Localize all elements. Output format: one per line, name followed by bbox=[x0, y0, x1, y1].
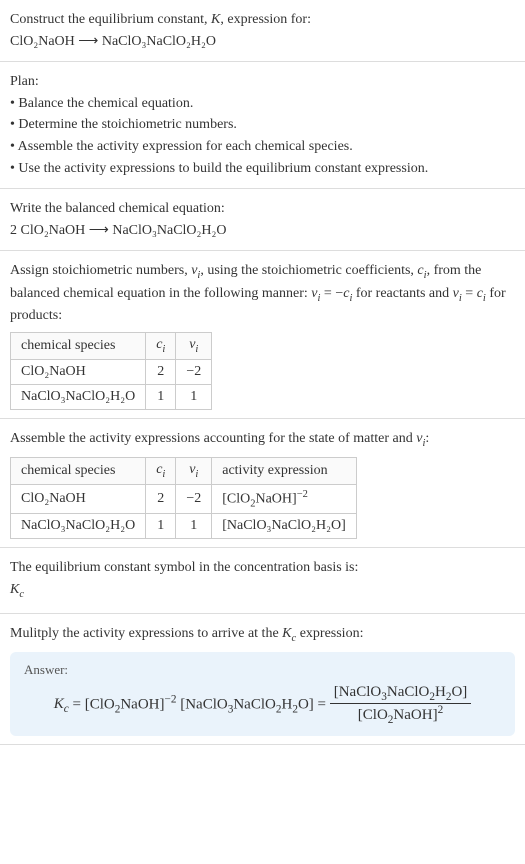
cell-activity: [ClO2NaOH]−2 bbox=[212, 484, 357, 513]
cell-species: NaClO₃NaClO₂H₂O bbox=[11, 384, 146, 409]
answer-box: Answer: Kc = [ClO2NaOH]−2 [NaClO3NaClO2H… bbox=[10, 652, 515, 736]
section-balanced: Write the balanced chemical equation: 2 … bbox=[0, 189, 525, 251]
symbol-text: The equilibrium constant symbol in the c… bbox=[10, 558, 515, 578]
col-vi: νi bbox=[176, 332, 212, 359]
table-row: chemical species ci νi activity expressi… bbox=[11, 458, 357, 485]
table-row: chemical species ci νi bbox=[11, 332, 212, 359]
cell-vi: −2 bbox=[176, 484, 212, 513]
stoich-table: chemical species ci νi ClO₂NaOH 2 −2 NaC… bbox=[10, 332, 212, 410]
cell-species: ClO₂NaOH bbox=[11, 484, 146, 513]
section-stoich-numbers: Assign stoichiometric numbers, νi, using… bbox=[0, 251, 525, 418]
stoich-intro: Assign stoichiometric numbers, νi, using… bbox=[10, 261, 515, 326]
balanced-equation: 2 ClO₂NaOH ⟶ NaClO₃NaClO₂H₂O bbox=[10, 221, 515, 241]
col-vi: νi bbox=[176, 458, 212, 485]
cell-species: NaClO₃NaClO₂H₂O bbox=[11, 514, 146, 539]
cell-species: ClO₂NaOH bbox=[11, 359, 146, 384]
cell-ci: 1 bbox=[146, 384, 176, 409]
plan-step-4: • Use the activity expressions to build … bbox=[10, 159, 515, 179]
cell-vi: 1 bbox=[176, 384, 212, 409]
section-symbol: The equilibrium constant symbol in the c… bbox=[0, 548, 525, 613]
cell-vi: −2 bbox=[176, 359, 212, 384]
section-construct: Construct the equilibrium constant, K, e… bbox=[0, 0, 525, 62]
col-activity: activity expression bbox=[212, 458, 357, 485]
fraction-numerator: [NaClO3NaClO2H2O] bbox=[330, 684, 472, 704]
kc-symbol: Kc bbox=[10, 580, 515, 602]
table-row: NaClO₃NaClO₂H₂O 1 1 [NaClO₃NaClO₂H₂O] bbox=[11, 514, 357, 539]
cell-ci: 2 bbox=[146, 484, 176, 513]
plan-heading: Plan: bbox=[10, 72, 515, 92]
cell-vi: 1 bbox=[176, 514, 212, 539]
plan-step-3: • Assemble the activity expression for e… bbox=[10, 137, 515, 157]
kc-expression: Kc = [ClO2NaOH]−2 [NaClO3NaClO2H2O] = [N… bbox=[24, 684, 501, 726]
answer-label: Answer: bbox=[24, 662, 501, 678]
unbalanced-equation: ClO₂NaOH ⟶ NaClO₃NaClO₂H₂O bbox=[10, 32, 515, 52]
plan-step-1: • Balance the chemical equation. bbox=[10, 94, 515, 114]
table-row: ClO₂NaOH 2 −2 bbox=[11, 359, 212, 384]
fraction-denominator: [ClO2NaOH]2 bbox=[330, 704, 472, 726]
col-ci: ci bbox=[146, 458, 176, 485]
kc-fraction: [NaClO3NaClO2H2O] [ClO2NaOH]2 bbox=[330, 684, 472, 726]
cell-ci: 2 bbox=[146, 359, 176, 384]
section-plan: Plan: • Balance the chemical equation. •… bbox=[0, 62, 525, 189]
section-activity: Assemble the activity expressions accoun… bbox=[0, 419, 525, 549]
col-species: chemical species bbox=[11, 332, 146, 359]
table-row: NaClO₃NaClO₂H₂O 1 1 bbox=[11, 384, 212, 409]
construct-prompt: Construct the equilibrium constant, K, e… bbox=[10, 10, 515, 30]
balanced-heading: Write the balanced chemical equation: bbox=[10, 199, 515, 219]
activity-table: chemical species ci νi activity expressi… bbox=[10, 457, 357, 539]
activity-intro: Assemble the activity expressions accoun… bbox=[10, 429, 515, 451]
col-ci: ci bbox=[146, 332, 176, 359]
cell-ci: 1 bbox=[146, 514, 176, 539]
plan-step-2: • Determine the stoichiometric numbers. bbox=[10, 115, 515, 135]
table-row: ClO₂NaOH 2 −2 [ClO2NaOH]−2 bbox=[11, 484, 357, 513]
section-multiply: Mulitply the activity expressions to arr… bbox=[0, 614, 525, 745]
multiply-text: Mulitply the activity expressions to arr… bbox=[10, 624, 515, 646]
cell-activity: [NaClO₃NaClO₂H₂O] bbox=[212, 514, 357, 539]
col-species: chemical species bbox=[11, 458, 146, 485]
